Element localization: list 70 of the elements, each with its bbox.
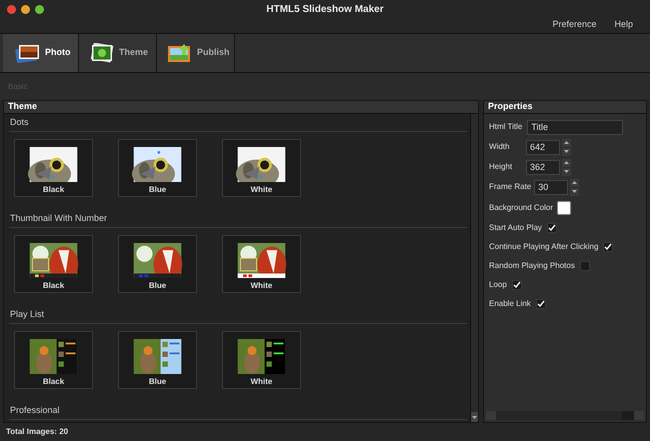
theme-label: Black <box>42 376 64 388</box>
checkmark-icon <box>548 224 556 231</box>
panel-title: Properties <box>488 100 533 114</box>
scrollbar[interactable] <box>470 114 478 422</box>
theme-label: Black <box>42 280 64 292</box>
theme-label: Blue <box>148 184 166 196</box>
property-label: Enable Link <box>489 298 531 310</box>
theme-label: White <box>250 184 272 196</box>
checkbox[interactable] <box>580 260 590 270</box>
photo-frame-icon <box>89 43 115 63</box>
theme-card[interactable]: White <box>222 235 301 293</box>
group-title: Thumbnail With Number <box>10 212 108 225</box>
property-label: Loop <box>489 278 507 290</box>
property-label: Background Color <box>489 202 554 214</box>
theme-label: Blue <box>148 280 166 292</box>
number-field[interactable]: 642 <box>526 140 560 154</box>
theme-card[interactable]: Blue <box>118 139 197 197</box>
up-arrow-icon <box>564 141 569 144</box>
property-label: Start Auto Play <box>489 222 542 234</box>
menu-item[interactable]: Help <box>614 18 633 32</box>
theme-label: Blue <box>148 376 166 388</box>
window-title: HTML5 Slideshow Maker <box>265 2 385 16</box>
checkmark-icon <box>512 281 521 288</box>
theme-card[interactable]: White <box>222 139 301 197</box>
up-arrow-icon <box>572 181 578 184</box>
toolbar-tab[interactable]: Theme <box>79 34 157 72</box>
checkbox[interactable] <box>603 242 614 252</box>
theme-card[interactable]: Black <box>14 331 93 389</box>
menu-item[interactable]: Preference <box>552 18 596 32</box>
down-arrow-icon <box>564 170 569 173</box>
property-label: Frame Rate <box>489 181 532 193</box>
checkmark-icon <box>604 243 612 250</box>
status-text: Total Images: 20 <box>6 426 68 438</box>
theme-label: White <box>250 280 272 292</box>
toolbar-tab[interactable]: Photo <box>3 34 79 72</box>
property-label: Html Title <box>489 121 522 133</box>
spinner-arrows[interactable] <box>562 158 571 176</box>
photo-stack-icon <box>15 43 41 63</box>
input-field[interactable]: Title <box>527 120 624 134</box>
group-title: Dots <box>10 116 29 129</box>
checkbox[interactable] <box>512 280 522 290</box>
group-title: Play List <box>10 308 44 321</box>
group-title: Professional <box>10 404 60 417</box>
theme-card[interactable]: Blue <box>118 235 197 293</box>
number-field[interactable]: 30 <box>534 180 568 194</box>
up-arrow-icon <box>564 161 569 164</box>
theme-label: White <box>250 376 272 388</box>
theme-label: Black <box>42 184 64 196</box>
theme-card[interactable]: Black <box>14 139 93 197</box>
spinner-arrows[interactable] <box>570 178 580 196</box>
property-label: Continue Playing After Clicking <box>489 240 598 252</box>
down-arrow-icon <box>572 190 578 193</box>
property-label: Height <box>489 161 512 173</box>
upload-picture-icon <box>167 43 193 63</box>
down-arrow-icon <box>472 416 477 418</box>
theme-card[interactable]: Black <box>14 235 93 293</box>
panel-title: Theme <box>8 100 38 114</box>
theme-card[interactable]: Blue <box>118 331 197 389</box>
number-field[interactable]: 362 <box>526 160 560 174</box>
checkbox[interactable] <box>536 298 546 308</box>
color-swatch[interactable] <box>557 200 572 214</box>
property-label: Width <box>489 141 510 153</box>
spinner-arrows[interactable] <box>562 138 571 156</box>
property-label: Random Playing Photos <box>489 260 575 272</box>
horizontal-scrollbar[interactable] <box>486 411 644 420</box>
checkmark-icon <box>536 300 545 307</box>
checkbox[interactable] <box>546 222 557 232</box>
down-arrow-icon <box>564 150 569 153</box>
toolbar-tab[interactable]: Publish <box>157 34 235 72</box>
theme-card[interactable]: White <box>222 331 301 389</box>
